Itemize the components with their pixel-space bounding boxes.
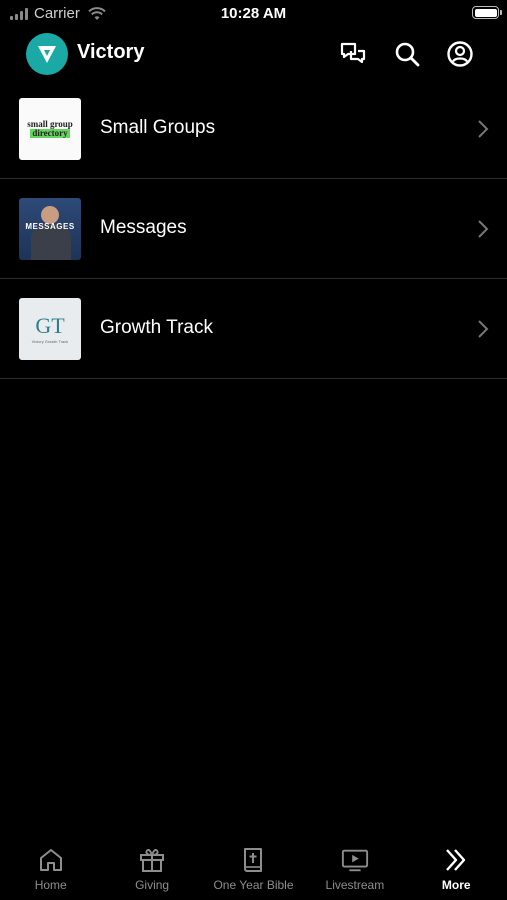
tab-giving[interactable]: Giving [101,836,202,900]
tab-more[interactable]: More [406,836,507,900]
gift-icon [140,849,165,872]
chevron-right-icon [478,320,489,338]
list-item-label: Growth Track [100,317,213,338]
small-groups-thumb-text: directory [30,128,70,138]
more-menu-list: small group directory Small Groups MESSA… [0,79,507,379]
small-groups-thumbnail: small group directory [19,98,81,160]
tab-label: Home [34,878,67,892]
battery-icon [472,6,502,19]
list-item-messages[interactable]: MESSAGES Messages [0,179,507,279]
home-icon [39,849,62,871]
tab-label: Giving [135,878,170,892]
messages-thumbnail: MESSAGES [19,198,81,260]
status-bar: Carrier 10:28 AM [0,0,507,28]
status-time: 10:28 AM [220,5,287,22]
chevron-right-icon [478,220,489,238]
list-item-small-groups[interactable]: small group directory Small Groups [0,79,507,179]
tab-livestream[interactable]: Livestream [304,836,405,900]
search-icon [395,42,420,67]
app-title: Victory [77,41,145,63]
profile-icon [447,41,473,67]
growth-track-thumb-text: GT [35,312,65,338]
search-button[interactable] [392,39,422,69]
tab-home[interactable]: Home [0,836,101,900]
tab-label: More [441,878,471,892]
chat-button[interactable] [338,39,368,69]
tab-one-year-bible[interactable]: One Year Bible [203,836,304,900]
list-item-growth-track[interactable]: GT Victory Growth Track Growth Track [0,279,507,379]
app-header: Victory [0,30,507,78]
chat-icon [340,42,366,64]
growth-track-thumbnail: GT Victory Growth Track [19,298,81,360]
bottom-tab-bar: Home Giving One Year Bible Livestream Mo… [0,836,507,900]
chevron-right-icon [478,120,489,138]
list-item-label: Small Groups [100,117,216,138]
list-item-label: Messages [100,217,187,238]
messages-thumb-text: MESSAGES [25,222,75,231]
profile-button[interactable] [445,39,475,69]
growth-track-thumb-subtext: Victory Growth Track [31,339,69,344]
tab-label: Livestream [325,878,385,892]
livestream-icon [341,849,368,872]
bible-icon [244,848,263,872]
victory-logo-icon[interactable] [26,33,68,75]
tab-label: One Year Bible [213,878,294,892]
more-icon [446,849,466,871]
